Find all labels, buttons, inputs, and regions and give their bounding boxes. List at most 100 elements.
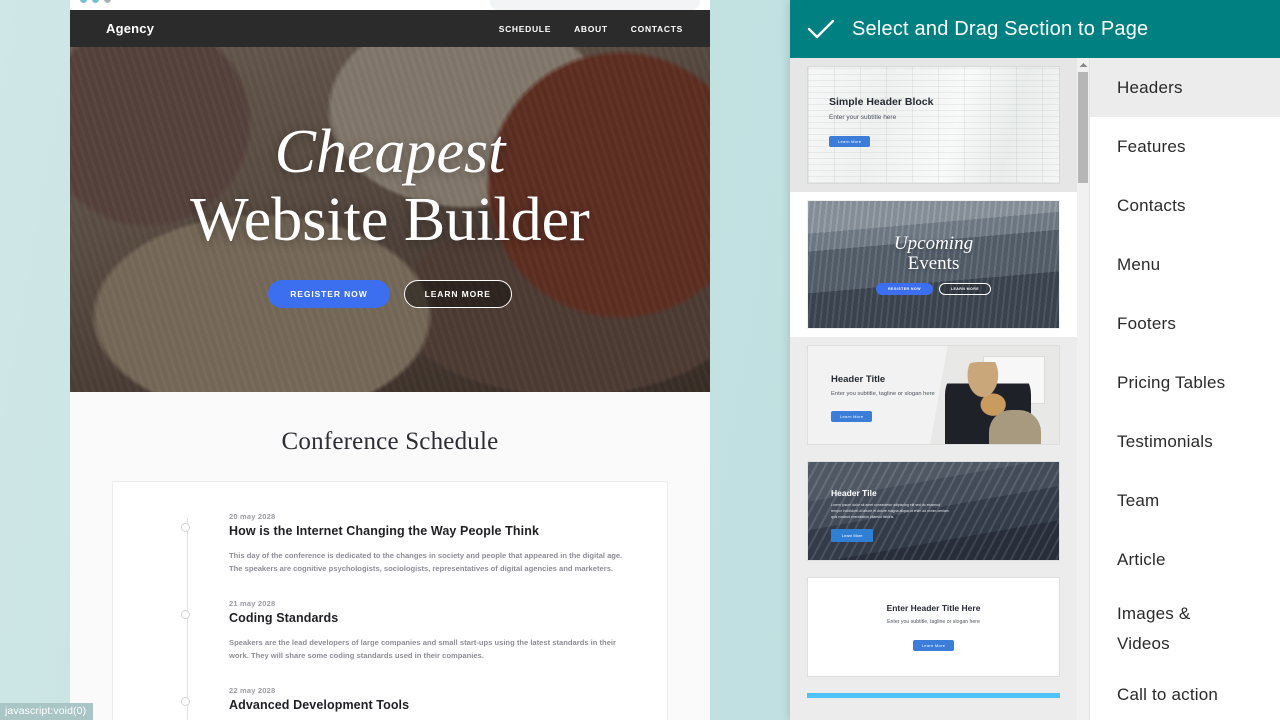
timeline-dot-icon (181, 697, 190, 707)
timeline-axis (187, 518, 188, 720)
thumbnail-button-wrap: Learn More (829, 130, 933, 148)
thumbnail-content: Simple Header Block Enter your subtitle … (829, 96, 933, 148)
thumbnail-preview: Upcoming Events REGISTER NOW LEARN MORE (807, 200, 1060, 329)
category-label: Article (1117, 549, 1166, 569)
site-preview-canvas[interactable]: Agency SCHEDULE ABOUT CONTACTS Cheapest … (70, 10, 710, 720)
schedule-card: 20 may 2028 How is the Internet Changing… (112, 481, 668, 720)
thumbnail-item-simple-header-block[interactable]: Simple Header Block Enter your subtitle … (790, 58, 1077, 192)
category-item-contacts[interactable]: Contacts (1090, 176, 1280, 235)
hero-title-line1: Cheapest (274, 118, 506, 187)
category-label: Team (1117, 490, 1160, 510)
thumbnail-body: Lorem ipsum dolor sit amet consectetur a… (831, 503, 949, 519)
schedule-item[interactable]: 21 may 2028 Coding Standards Speakers ar… (181, 599, 637, 662)
thumbnail-content: Upcoming Events REGISTER NOW LEARN MORE (808, 201, 1059, 328)
section-picker-panel: Select and Drag Section to Page Simple H… (790, 0, 1280, 720)
site-brand-logo[interactable]: Agency (106, 21, 154, 36)
schedule-item-date: 20 may 2028 (229, 512, 276, 521)
category-item-article[interactable]: Article (1090, 530, 1280, 589)
category-label: Headers (1117, 77, 1183, 97)
thumbnail-item-header-title-light[interactable]: Header Title Enter you subtitle, tagline… (790, 337, 1077, 453)
nav-item-contacts[interactable]: CONTACTS (631, 24, 683, 34)
register-now-button[interactable]: REGISTER NOW (268, 279, 390, 308)
toolbar-icon-reload[interactable] (104, 0, 111, 3)
category-item-images-and-videos[interactable]: Images & Videos (1090, 589, 1280, 665)
schedule-item[interactable]: 20 may 2028 How is the Internet Changing… (181, 512, 637, 575)
thumbnail-scroll-area[interactable]: Simple Header Block Enter your subtitle … (790, 58, 1077, 720)
timeline-dot-icon (181, 610, 190, 620)
category-item-call-to-action[interactable]: Call to action (1090, 665, 1280, 720)
schedule-item-body: Speakers are the lead developers of larg… (229, 638, 616, 661)
thumbnail-secondary-button: LEARN MORE (938, 282, 992, 295)
schedule-heading: Conference Schedule (281, 428, 499, 455)
thumbnail-primary-button: REGISTER NOW (875, 282, 933, 295)
status-bar-link-hint: javascript:void(0) (0, 703, 94, 720)
thumbnail-title: Simple Header Block (829, 96, 934, 108)
toolbar-icon-back[interactable] (80, 0, 87, 3)
schedule-item-body: This day of the conference is dedicated … (229, 551, 623, 574)
thumbnail-item-partial[interactable] (790, 685, 1077, 706)
chevron-up-icon (1079, 62, 1087, 67)
category-item-features[interactable]: Features (1090, 117, 1280, 176)
nav-item-about[interactable]: ABOUT (574, 24, 608, 34)
thumbnail-item-enter-header-title-here[interactable]: Enter Header Title Here Enter you subtit… (790, 569, 1077, 685)
hero-content: Cheapest Website Builder REGISTER NOW LE… (70, 47, 710, 392)
section-picker-body: Simple Header Block Enter your subtitle … (790, 58, 1280, 720)
browser-toolbar-icons (80, 0, 111, 3)
section-picker-title: Select and Drag Section to Page (852, 17, 1149, 40)
thumbnail-cta-button: Learn More (912, 639, 955, 651)
thumbnail-cta-button: Learn More (831, 411, 873, 422)
thumbnail-item-header-tile-dark[interactable]: Header Tile Lorem ipsum dolor sit amet c… (790, 453, 1077, 569)
category-item-team[interactable]: Team (1090, 471, 1280, 530)
hero-title-line2: Website Builder (190, 185, 590, 254)
scroll-up-button[interactable] (1077, 58, 1089, 71)
category-label: Features (1117, 136, 1186, 156)
thumbnail-title-line1: Upcoming (893, 233, 974, 255)
thumbnail-title: Header Title (831, 374, 886, 385)
hero-section[interactable]: Cheapest Website Builder REGISTER NOW LE… (70, 47, 710, 392)
nav-item-schedule[interactable]: SCHEDULE (499, 24, 551, 34)
site-navbar: Agency SCHEDULE ABOUT CONTACTS (70, 10, 710, 47)
category-label: Menu (1117, 254, 1161, 274)
thumbnail-button-wrap: Learn More (831, 405, 935, 423)
schedule-item-date: 22 may 2028 (229, 686, 276, 696)
hero-button-group: REGISTER NOW LEARN MORE (268, 279, 512, 308)
category-label: Contacts (1117, 195, 1186, 215)
thumbnail-button-wrap: Learn More (912, 634, 955, 652)
thumbnail-preview: Enter Header Title Here Enter you subtit… (807, 577, 1060, 677)
thumbnail-preview: Header Title Enter you subtitle, tagline… (807, 345, 1060, 445)
category-item-testimonials[interactable]: Testimonials (1090, 412, 1280, 471)
check-icon (807, 19, 835, 39)
thumbnail-content: Header Title Enter you subtitle, tagline… (831, 374, 935, 423)
learn-more-button[interactable]: LEARN MORE (403, 279, 512, 308)
thumbnail-subtitle: Enter your subtitle here (829, 114, 897, 121)
thumbnail-subtitle: Enter you subtitle, tagline or slogan he… (887, 618, 980, 625)
category-item-footers[interactable]: Footers (1090, 294, 1280, 353)
category-item-headers[interactable]: Headers (1090, 58, 1280, 117)
thumbnail-preview: Header Tile Lorem ipsum dolor sit amet c… (807, 461, 1060, 561)
category-label: Pricing Tables (1117, 372, 1226, 392)
scrollbar-thumb[interactable] (1078, 72, 1088, 183)
thumbnail-content: Enter Header Title Here Enter you subtit… (808, 578, 1059, 676)
schedule-item[interactable]: 22 may 2028 Advanced Development Tools W… (181, 686, 637, 720)
section-picker-header: Select and Drag Section to Page (790, 0, 1280, 58)
thumbnail-cta-button: Learn More (831, 528, 874, 542)
category-label: Footers (1117, 313, 1177, 333)
category-label-line2: Videos (1117, 633, 1170, 653)
category-item-menu[interactable]: Menu (1090, 235, 1280, 294)
confirm-button[interactable] (790, 18, 852, 40)
section-category-list[interactable]: Headers Features Contacts Menu Footers P… (1090, 58, 1280, 720)
category-label: Images & (1117, 604, 1191, 623)
thumbnail-scrollbar[interactable] (1077, 58, 1089, 720)
toolbar-icon-forward[interactable] (92, 0, 99, 3)
category-item-pricing-tables[interactable]: Pricing Tables (1090, 353, 1280, 412)
thumbnail-item-upcoming-events[interactable]: Upcoming Events REGISTER NOW LEARN MORE (790, 192, 1077, 337)
schedule-item-title: Advanced Development Tools (229, 698, 410, 713)
thumbnail-preview-partial (807, 693, 1060, 698)
schedule-section[interactable]: Conference Schedule 20 may 2028 How is t… (70, 392, 710, 720)
thumbnail-subtitle: Enter you subtitle, tagline or slogan he… (831, 391, 935, 397)
category-label: Call to action (1117, 684, 1219, 704)
site-nav-menu: SCHEDULE ABOUT CONTACTS (499, 24, 683, 34)
schedule-item-date: 21 may 2028 (229, 599, 276, 609)
address-bar[interactable] (490, 0, 700, 10)
section-thumbnail-list[interactable]: Simple Header Block Enter your subtitle … (790, 58, 1090, 720)
